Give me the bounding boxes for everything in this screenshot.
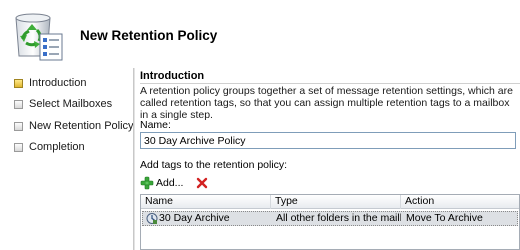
tags-label: Add tags to the retention policy: (140, 159, 288, 171)
section-title: Introduction (140, 70, 205, 82)
row-type-cell: All other folders in the mailb... (276, 212, 401, 224)
recycle-policy-icon (15, 13, 63, 61)
nav-step-select-mailboxes[interactable]: Select Mailboxes (14, 96, 112, 112)
step-icon (14, 99, 23, 109)
nav-step-introduction[interactable]: Introduction (14, 75, 86, 91)
wizard-header: New Retention Policy (0, 0, 520, 62)
add-tag-button[interactable]: Add... (140, 176, 183, 190)
retention-tag-icon (146, 213, 158, 224)
nav-step-label: Introduction (29, 77, 87, 89)
wizard-content: Introduction A retention policy groups t… (136, 62, 520, 250)
green-plus-icon (140, 176, 154, 190)
column-header-name[interactable]: Name (141, 195, 271, 209)
nav-step-label: Completion (29, 141, 85, 153)
step-icon (14, 142, 23, 152)
column-header-type[interactable]: Type (271, 195, 401, 209)
section-description: A retention policy groups together a set… (140, 85, 513, 121)
table-header: Name Type Action (141, 195, 519, 209)
section-divider (140, 83, 520, 84)
nav-step-completion[interactable]: Completion (14, 139, 85, 155)
retention-tags-table: Name Type Action 30 Day Archive All othe… (140, 194, 520, 250)
step-icon (14, 121, 23, 131)
nav-divider (133, 68, 135, 250)
row-name-cell: 30 Day Archive (159, 212, 230, 224)
wizard-steps-nav: Introduction Select Mailboxes New Retent… (0, 62, 134, 250)
policy-name-input[interactable] (140, 132, 516, 149)
nav-step-label: New Retention Policy (29, 120, 134, 132)
name-label: Name: (140, 119, 171, 131)
row-action-cell: Move To Archive (406, 212, 483, 224)
nav-step-label: Select Mailboxes (29, 98, 113, 110)
remove-tag-button[interactable] (195, 176, 209, 190)
wizard-title: New Retention Policy (80, 28, 218, 43)
column-header-action[interactable]: Action (401, 195, 519, 209)
table-row[interactable]: 30 Day Archive All other folders in the … (142, 211, 518, 226)
current-step-icon (14, 78, 23, 88)
nav-step-new-retention-policy[interactable]: New Retention Policy (14, 118, 134, 134)
add-tag-label: Add... (156, 177, 184, 189)
red-x-delete-icon (197, 177, 208, 189)
tags-toolbar: Add... (140, 175, 209, 191)
